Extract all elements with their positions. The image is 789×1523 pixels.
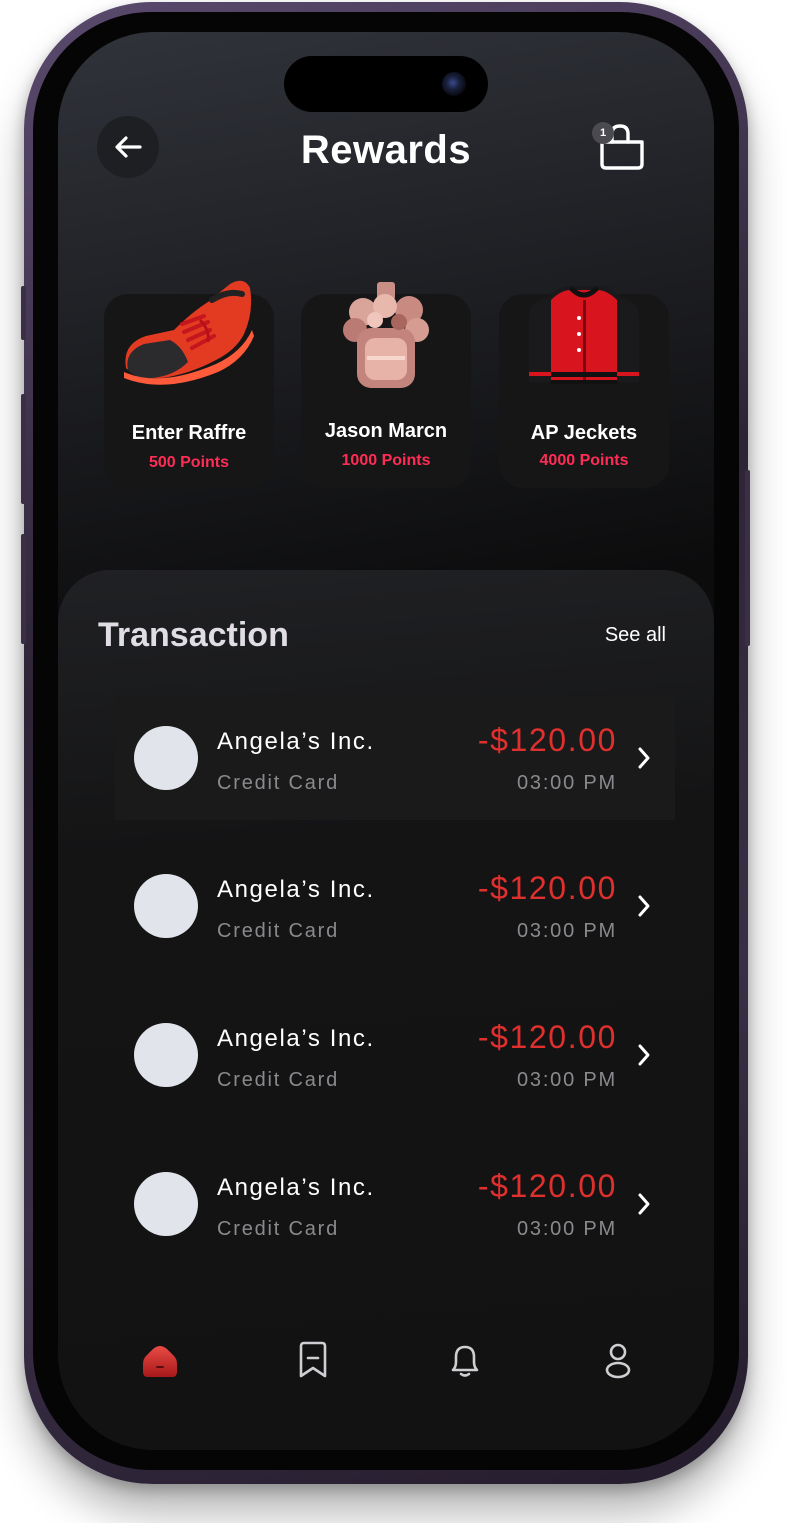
avatar (134, 874, 198, 938)
bookmark-icon (299, 1341, 327, 1378)
nav-item-notifications[interactable] (445, 1340, 485, 1380)
transaction-merchant: Angela’s Inc. (217, 876, 375, 903)
transaction-merchant: Angela’s Inc. (217, 1174, 375, 1201)
perfume-bottle-image (343, 282, 429, 388)
transaction-time: 03:00 PM (516, 920, 617, 942)
transaction-amount: -$120.00 (477, 870, 617, 906)
transaction-row[interactable]: Angela’s Inc. Credit Card -$120.00 03:00… (115, 993, 675, 1117)
transaction-amount: -$120.00 (477, 1168, 617, 1204)
nav-item-home[interactable] (142, 1344, 178, 1378)
transaction-row[interactable]: Angela’s Inc. Credit Card -$120.00 03:00… (115, 844, 675, 968)
camera-icon (442, 72, 466, 96)
chevron-right-icon (638, 1193, 650, 1215)
bell-icon (451, 1345, 479, 1377)
reward-points: 1000 Points (341, 452, 431, 469)
reward-card-jacket[interactable]: AP Jeckets 4000 Points (499, 286, 669, 488)
reward-name: Jason Marcn (324, 420, 448, 442)
transaction-method: Credit Card (217, 772, 340, 794)
cart-button[interactable]: 1 (588, 120, 648, 172)
transaction-method: Credit Card (217, 920, 340, 942)
reward-card-shoe[interactable]: Enter Raffre 500 Points (104, 280, 274, 488)
nav-item-profile[interactable] (598, 1340, 638, 1380)
see-all-link[interactable]: See all (605, 624, 666, 647)
transaction-time: 03:00 PM (516, 1069, 617, 1091)
profile-icon (605, 1343, 631, 1379)
transaction-amount: -$120.00 (477, 722, 617, 758)
jacket-image (529, 286, 639, 384)
chevron-right-icon (638, 747, 650, 769)
section-title: Transaction (98, 616, 289, 654)
chevron-right-icon (638, 1044, 650, 1066)
transaction-merchant: Angela’s Inc. (217, 728, 375, 755)
action-button (21, 286, 26, 340)
transaction-time: 03:00 PM (516, 772, 617, 794)
transaction-amount: -$120.00 (477, 1019, 617, 1055)
reward-card-perfume[interactable]: Jason Marcn 1000 Points (301, 282, 471, 488)
sneaker-image (124, 280, 254, 385)
avatar (134, 1172, 198, 1236)
dynamic-island (284, 56, 488, 112)
transaction-time: 03:00 PM (516, 1218, 617, 1240)
volume-up-button (21, 394, 26, 504)
reward-name: AP Jeckets (530, 422, 638, 444)
transaction-row[interactable]: Angela’s Inc. Credit Card -$120.00 03:00… (115, 1142, 675, 1266)
volume-down-button (21, 534, 26, 644)
reward-points: 500 Points (148, 454, 230, 471)
reward-points: 4000 Points (539, 452, 629, 469)
home-icon (143, 1346, 177, 1377)
cart-count-badge: 1 (592, 122, 614, 144)
transaction-method: Credit Card (217, 1218, 340, 1240)
transaction-method: Credit Card (217, 1069, 340, 1091)
power-button (745, 470, 750, 646)
avatar (134, 726, 198, 790)
transaction-row[interactable]: Angela’s Inc. Credit Card -$120.00 03:00… (115, 696, 675, 820)
avatar (134, 1023, 198, 1087)
app-screen: Rewards 1 Enter Raffre 500 Points Jason … (58, 32, 714, 1450)
chevron-right-icon (638, 895, 650, 917)
reward-name: Enter Raffre (131, 422, 247, 444)
transaction-merchant: Angela’s Inc. (217, 1025, 375, 1052)
nav-item-bookmark[interactable] (293, 1340, 333, 1380)
